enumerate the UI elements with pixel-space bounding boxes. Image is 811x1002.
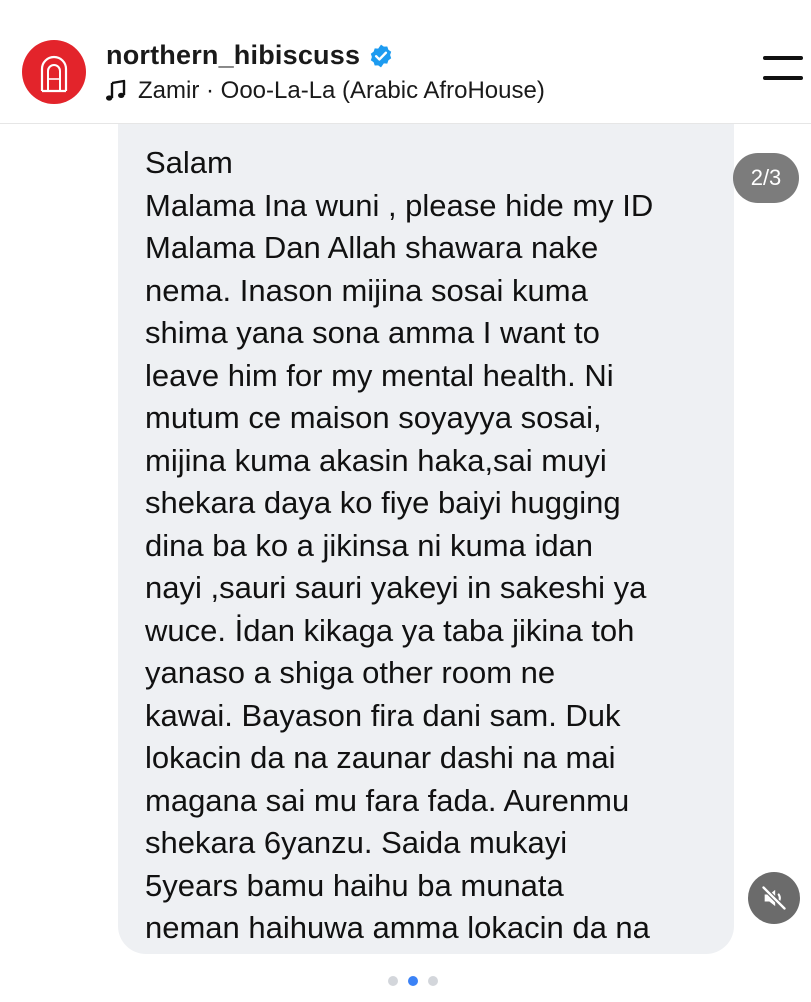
- message-text: Salam Malama Ina wuni , please hide my I…: [118, 124, 734, 950]
- mute-button[interactable]: [748, 872, 800, 924]
- post-header: northern_hibiscuss Zamir · Ooo-La-La (Ar…: [0, 0, 811, 124]
- message-line: kawai. Bayason fira dani sam. Duk: [145, 697, 621, 733]
- message-line: dina ba ko a jikinsa ni kuma idan: [145, 527, 594, 563]
- message-line: nayi ,sauri sauri yakeyi in sakeshi ya: [145, 570, 647, 605]
- message-bubble: Salam Malama Ina wuni , please hide my I…: [118, 124, 734, 954]
- message-line: yanaso a shiga other room ne: [145, 655, 556, 690]
- speaker-muted-icon: [761, 885, 787, 911]
- message-line: shekara daya ko fiye baiyi hugging: [145, 485, 621, 520]
- carousel-dot[interactable]: [388, 976, 398, 986]
- message-line: shima yana sona amma I want to: [145, 315, 600, 350]
- username-row: northern_hibiscuss: [106, 40, 394, 71]
- message-line: shekara 6yanzu. Saida mukayi: [145, 825, 568, 860]
- profile-avatar[interactable]: [22, 40, 86, 104]
- carousel-counter: 2/3: [733, 153, 799, 203]
- carousel-dots: [388, 976, 438, 986]
- message-line: Malama Dan Allah shawara nake: [145, 230, 599, 265]
- message-line: mijina kuma akasin haka,sai muyi: [145, 442, 607, 478]
- carousel-dot-active[interactable]: [408, 976, 418, 986]
- music-row[interactable]: Zamir · Ooo-La-La (Arabic AfroHouse): [104, 77, 545, 105]
- message-line: magana sai mu fara fada. Aurenmu: [145, 782, 630, 818]
- message-line: neman haihuwa amma lokacin da na: [145, 910, 650, 945]
- arch-logo-icon: [40, 55, 68, 93]
- menu-icon[interactable]: [763, 56, 803, 82]
- message-line: leave him for my mental health. Ni: [145, 357, 614, 393]
- verified-badge-icon: [370, 44, 392, 67]
- message-line: 5years bamu haihu ba munata: [145, 867, 564, 903]
- username[interactable]: northern_hibiscuss: [106, 40, 360, 71]
- message-line: wuce. İdan kikaga ya taba jikina toh: [145, 612, 635, 648]
- message-line: Salam: [145, 145, 233, 180]
- message-line: Malama Ina wuni , please hide my ID: [145, 187, 654, 223]
- carousel-dot[interactable]: [428, 976, 438, 986]
- music-note-icon: [106, 79, 126, 101]
- message-line: nema. Inason mijina sosai kuma: [145, 272, 588, 308]
- message-line: lokacin da na zaunar dashi na mai: [145, 740, 616, 775]
- music-track-label: Zamir · Ooo-La-La (Arabic AfroHouse): [138, 77, 545, 104]
- message-line: mutum ce maison soyayya sosai,: [145, 400, 602, 435]
